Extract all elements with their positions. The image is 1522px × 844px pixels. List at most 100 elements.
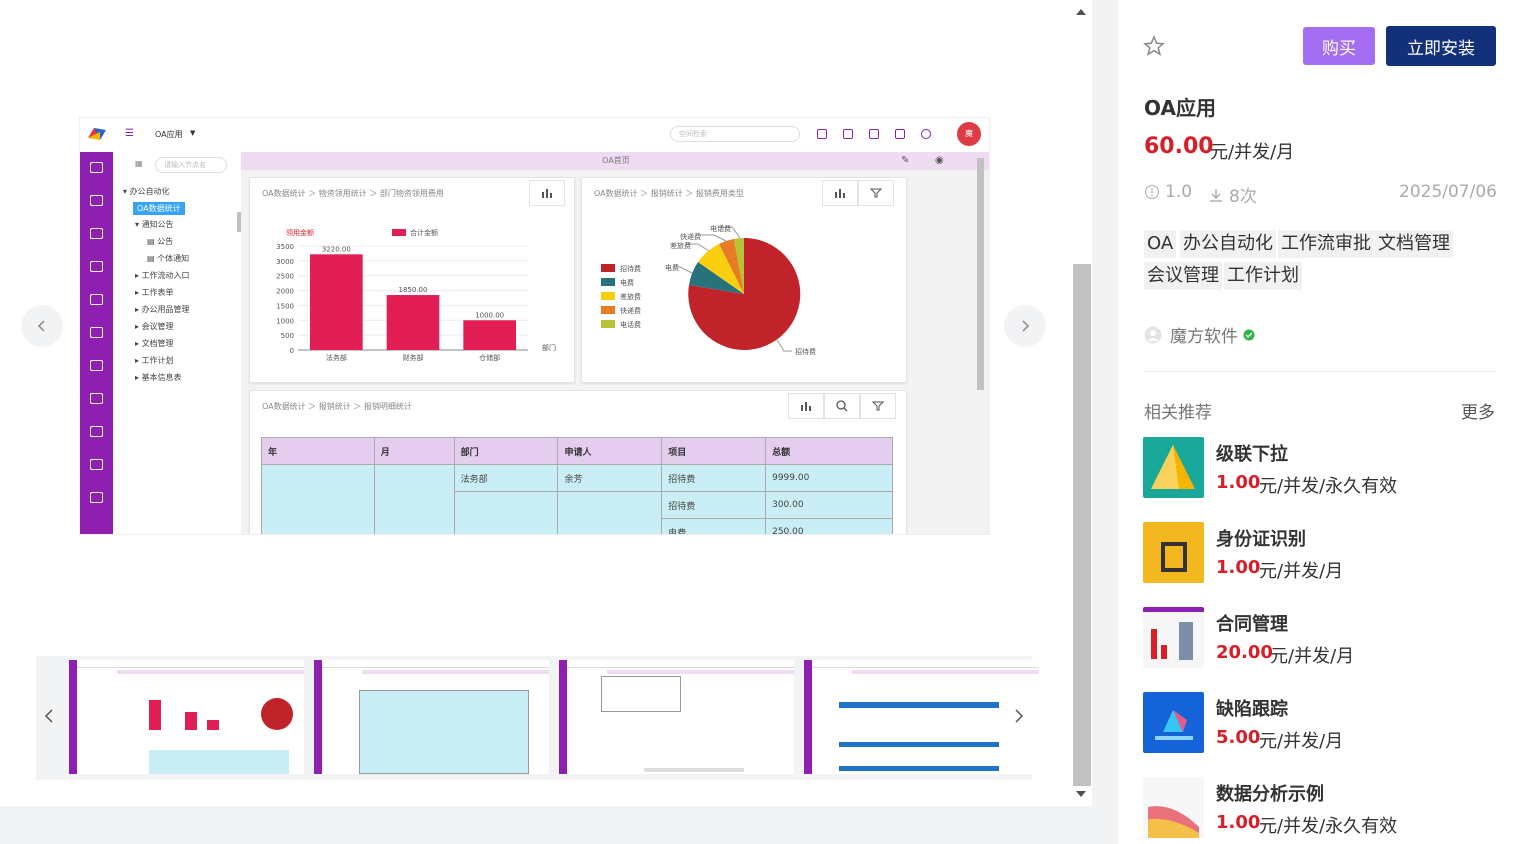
tag[interactable]: 办公自动化 [1180,230,1276,258]
x-tick-label: 仓储部 [479,353,500,362]
mail-icon [843,129,853,139]
tree-item: ▸ 基本信息表 [135,373,182,382]
detail-table: 年 月 部门 申请人 项目 总额 三月 法务部 余芳 招待费 9999.00 [261,437,893,534]
favorite-star-icon[interactable] [1143,35,1165,57]
thumbnail-1[interactable] [69,660,304,774]
tree-icon [90,294,103,305]
product-title: OA应用 [1144,96,1216,120]
chevron-right-icon [1022,320,1030,332]
tag[interactable]: 文档管理 [1375,230,1453,258]
y-tick-label: 500 [281,332,294,340]
version: 1.0 [1144,182,1192,202]
content-scrollbar [977,158,984,390]
y-tick-label: 0 [290,347,294,355]
table-cell: 余芳 [557,464,663,492]
related-unit: 元/并发/永久有效 [1259,816,1398,837]
tree-item: ▾ 通知公告 [135,220,174,229]
screenshot-tree: ▦ 请输入节点名 ▾ 办公自动化 OA数据统计 ▾ 通知公告 ▤ 公告 ▤ 个体… [113,152,241,534]
settings-icon [90,492,103,503]
display-icon [90,393,103,404]
filter-icon [858,180,894,206]
tree-search: 请输入节点名 [155,157,227,173]
bar-value-label: 1000.00 [475,311,504,319]
tree-item: ▤ 个体通知 [147,254,190,263]
related-item[interactable]: 身份证识别 1.00 元/并发/月 [1143,522,1503,584]
table-cell [261,464,375,534]
related-price: 1.00 [1216,812,1261,833]
thumb-next-button[interactable] [1014,708,1024,728]
legend-label: 差旅费 [620,293,641,301]
divider [1144,371,1496,372]
scroll-up-icon[interactable] [1076,9,1086,15]
tree-item: ▸ 工作表单 [135,288,174,297]
related-thumbnail [1143,692,1204,753]
shirt-icon [895,129,905,139]
bar-chart: 3500 3000 2500 2000 1500 1000 500 0 3220.00 法务部 18… [276,243,556,362]
logo-icon [88,128,106,140]
breadcrumb: OA数据统计 ＞ 报销统计 ＞ 报销明细统计 [262,402,412,411]
monitor-icon [90,195,103,206]
tree-item: ▾ 办公自动化 [123,187,170,196]
table-cell: 300.00 [765,491,893,519]
related-item[interactable]: 合同管理 20.00 元/并发/月 [1143,607,1503,669]
bar-value-label: 1850.00 [399,286,428,294]
legend-swatch [601,278,615,286]
tag[interactable]: 会议管理 [1144,262,1222,290]
carousel-prev-button[interactable] [21,305,63,347]
screenshot-content: OA首页 OA数据统计 ＞ 物资领用统计 ＞ 部门物资领用费用 领用金额 合计金… [241,152,989,534]
tag[interactable]: OA [1144,230,1177,258]
chevron-left-icon [37,320,45,332]
download-icon [1210,188,1222,202]
x-axis-label: 部门 [542,343,556,352]
breadcrumb: OA数据统计 ＞ 物资领用统计 ＞ 部门物资领用费用 [262,189,444,198]
thumbnail-3[interactable] [559,660,794,774]
doc-icon [869,129,879,139]
archive-icon [90,360,103,371]
legend-swatch [601,306,615,314]
scroll-down-icon[interactable] [1076,791,1086,797]
column-header: 年 [261,437,375,465]
x-tick-label: 财务部 [403,353,424,362]
tag[interactable]: 工作计划 [1224,262,1302,290]
buy-button[interactable]: 购买 [1303,27,1375,65]
tree-item: ▸ 工作计划 [135,356,174,365]
legend-label: 快递费 [620,307,641,315]
tree-item: ▸ 会议管理 [135,322,174,331]
tag[interactable]: 工作流审批 [1278,230,1374,258]
related-thumbnail [1143,522,1204,583]
avatar: 魔 [957,122,981,146]
list-icon [90,228,103,239]
thumbnail-4[interactable] [804,660,1039,774]
legend-label: 电费 [620,279,634,287]
related-price: 20.00 [1216,642,1273,663]
thumb-prev-button[interactable] [44,708,54,728]
related-unit: 元/并发/月 [1259,731,1344,752]
product-info-panel: 购买 立即安装 OA应用 60.00 元/并发/月 1.0 8次 2025/07… [1118,0,1522,844]
y-tick-label: 3000 [276,258,294,266]
install-button[interactable]: 立即安装 [1386,26,1496,66]
screenshot-sidebar [80,152,113,534]
more-link[interactable]: 更多 [1461,398,1495,423]
pie-chart: 电话费 快递费 差旅费 电费 招待费 [665,224,816,356]
related-unit: 元/并发/月 [1270,646,1355,667]
file-icon [90,261,103,272]
related-item[interactable]: 级联下拉 1.00 元/并发/永久有效 [1143,437,1503,499]
y-tick-label: 3500 [276,243,294,251]
table-cell: 法务部 [453,464,559,492]
related-name: 身份证识别 [1216,529,1306,550]
vendor[interactable]: 魔方软件 [1144,322,1255,347]
thumbnail-2[interactable] [314,660,549,774]
legend-label: 电话费 [620,321,641,329]
related-item[interactable]: 缺陷跟踪 5.00 元/并发/月 [1143,692,1503,754]
carousel-next-button[interactable] [1004,305,1046,347]
pie-label: 快递费 [680,232,701,241]
eye-icon: ◉ [935,155,944,166]
related-item[interactable]: 数据分析示例 1.00 元/并发/永久有效 [1143,777,1503,839]
edit-icon: ✎ [901,155,910,166]
column-header: 项目 [661,437,767,465]
table-card: OA数据统计 ＞ 报销统计 ＞ 报销明细统计 年 月 部门 申请人 项目 总额 [249,390,907,534]
scroll-thumb[interactable] [1073,264,1091,786]
gallery-main-image: ☰ OA应用 ▼ 空间检索 魔 ▦ 请输入节点名 ▾ 办公自动化 OA数据统计 … [79,117,990,535]
app-menu: OA应用 [155,130,183,139]
bar-法务部 [310,254,363,350]
